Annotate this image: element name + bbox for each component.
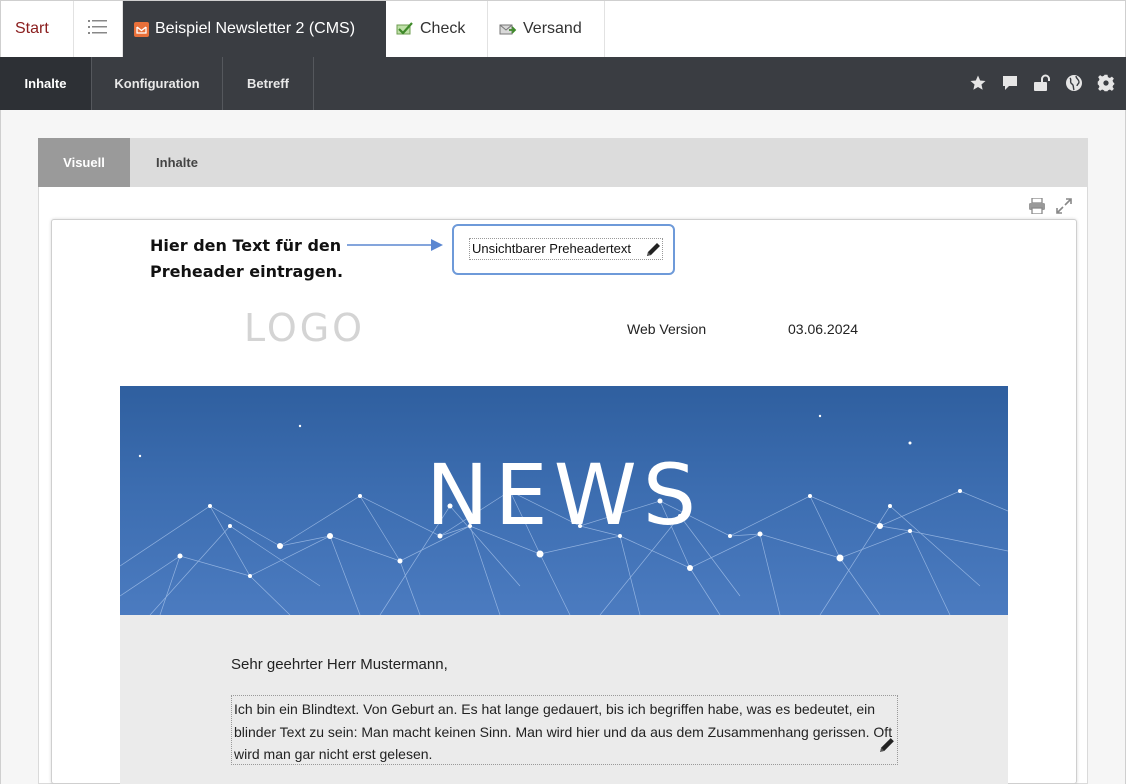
preheader-text: Unsichtbarer Preheadertext	[472, 241, 631, 256]
globe-icon[interactable]	[1064, 71, 1084, 95]
tab-versand[interactable]: Versand	[488, 1, 605, 57]
expand-icon[interactable]	[1056, 198, 1072, 219]
print-icon[interactable]	[1028, 197, 1046, 219]
tab-start[interactable]: Start	[1, 1, 74, 57]
tab-start-label: Start	[15, 20, 49, 37]
tab-versand-label: Versand	[523, 20, 582, 37]
check-mail-icon	[396, 22, 414, 36]
tab-list[interactable]	[74, 1, 123, 57]
view-tabs: Visuell Inhalte	[38, 138, 1088, 187]
email-greeting: Sehr geehrter Herr Mustermann,	[231, 656, 448, 673]
tab-visuell[interactable]: Visuell	[38, 138, 130, 187]
web-version-link[interactable]: Web Version	[627, 321, 706, 337]
star-icon[interactable]	[968, 71, 988, 95]
comment-icon[interactable]	[1000, 71, 1020, 95]
preheader-field[interactable]: Unsichtbarer Preheadertext	[469, 238, 663, 260]
banner-title: NEWS	[425, 446, 703, 544]
tab-inhalte[interactable]: Inhalte	[130, 138, 224, 187]
nav-inhalte[interactable]: Inhalte	[0, 57, 92, 110]
pencil-icon[interactable]	[878, 736, 896, 761]
email-logo: LOGO	[244, 306, 366, 350]
tab-check[interactable]: Check	[386, 1, 488, 57]
nav-konfiguration[interactable]: Konfiguration	[92, 57, 223, 110]
tab-check-label: Check	[420, 20, 466, 37]
gear-icon[interactable]	[1096, 71, 1116, 95]
editable-text-block[interactable]: Ich bin ein Blindtext. Von Geburt an. Es…	[231, 695, 898, 765]
pencil-icon[interactable]	[645, 241, 662, 264]
unlock-icon[interactable]	[1032, 71, 1052, 95]
tab-newsletter-label: Beispiel Newsletter 2 (CMS)	[155, 20, 356, 37]
tab-newsletter[interactable]: Beispiel Newsletter 2 (CMS)	[123, 1, 386, 57]
send-mail-icon	[499, 22, 517, 36]
preheader-hint: Hier den Text für den Preheader eintrage…	[150, 236, 344, 281]
section-nav: Inhalte Konfiguration Betreff	[0, 57, 1126, 110]
email-date: 03.06.2024	[788, 321, 859, 337]
nav-betreff[interactable]: Betreff	[223, 57, 314, 110]
top-tab-bar: Start Beispiel Newsletter 2 (CMS) Check …	[0, 0, 1126, 57]
body-text: Ich bin ein Blindtext. Von Geburt an. Es…	[234, 701, 893, 762]
preheader-highlight: Unsichtbarer Preheadertext	[452, 224, 675, 275]
preview-tools	[1028, 197, 1072, 219]
list-icon	[88, 19, 108, 40]
newsletter-icon	[134, 21, 149, 37]
hint-arrow	[347, 239, 443, 251]
news-banner-image: NEWS	[120, 386, 1008, 615]
nav-icon-group	[968, 71, 1116, 95]
